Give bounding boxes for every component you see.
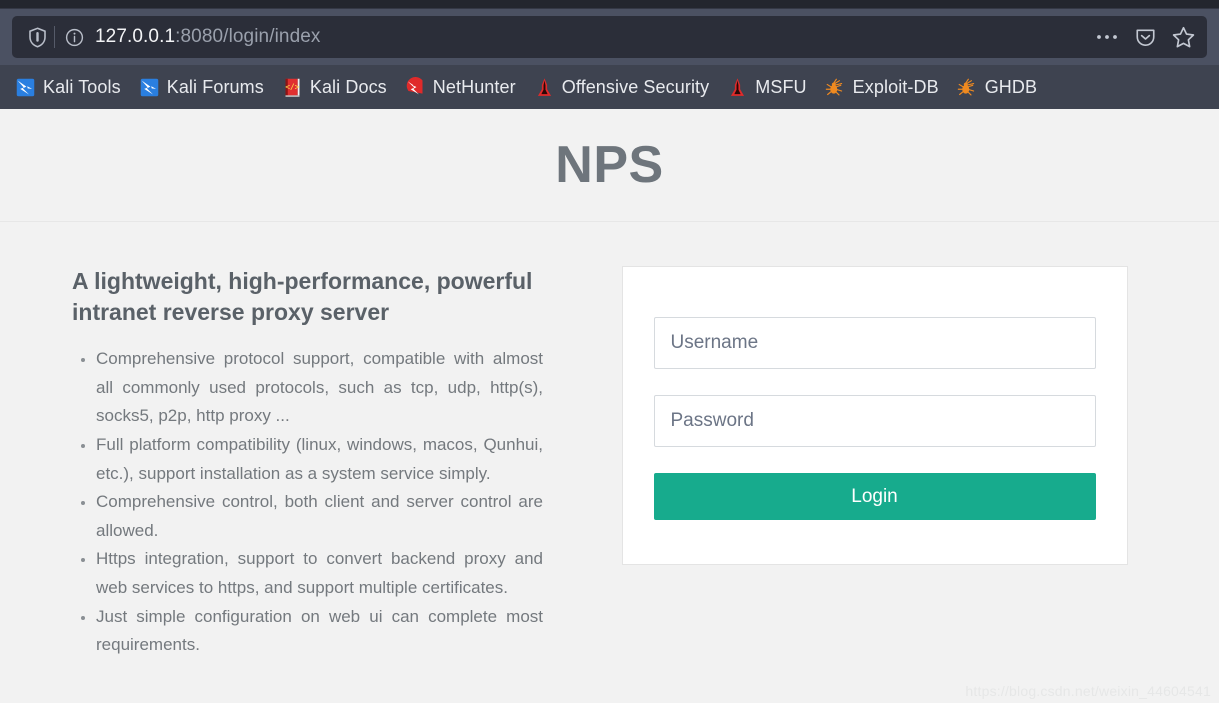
username-input[interactable] <box>653 317 1096 369</box>
nethunter-icon <box>405 76 426 98</box>
list-item: Full platform compatibility (linux, wind… <box>81 431 546 488</box>
bookmark-offensive-security[interactable]: Offensive Security <box>525 70 719 104</box>
url-host: 127.0.0.1 <box>95 26 176 47</box>
exploitdb-spider-icon <box>825 77 846 98</box>
login-column: Login <box>560 266 1219 565</box>
page-actions-ellipsis-icon[interactable] <box>1089 19 1125 55</box>
intro-heading: A lightweight, high-performance, powerfu… <box>72 268 533 325</box>
page-header: NPS <box>0 109 1219 222</box>
list-item: Just simple configuration on web ui can … <box>81 603 546 660</box>
navigation-toolbar: 127.0.0.1:8080/login/index <box>0 9 1219 65</box>
intro-column: A lightweight, high-performance, powerfu… <box>0 266 560 660</box>
bookmark-kali-tools[interactable]: Kali Tools <box>6 70 130 104</box>
bookmark-label: Exploit-DB <box>852 76 939 97</box>
url-bar[interactable]: 127.0.0.1:8080/login/index <box>12 16 1207 58</box>
bookmark-msfu[interactable]: MSFU <box>718 70 815 104</box>
bookmark-ghdb[interactable]: GHDB <box>948 70 1046 104</box>
kali-dragon-icon <box>139 77 160 98</box>
browser-chrome: 127.0.0.1:8080/login/index Kali Tools Ka… <box>0 0 1219 109</box>
list-item: Comprehensive protocol support, compatib… <box>81 345 546 431</box>
url-text[interactable]: 127.0.0.1:8080/login/index <box>89 26 1089 48</box>
bookmark-label: MSFU <box>755 76 807 97</box>
login-button[interactable]: Login <box>653 473 1096 520</box>
bookmark-label: Kali Docs <box>309 76 387 97</box>
bookmark-label: Kali Tools <box>43 76 121 97</box>
tab-strip <box>0 0 1219 9</box>
feature-list: Comprehensive protocol support, compatib… <box>72 345 546 660</box>
content-row: A lightweight, high-performance, powerfu… <box>0 222 1219 660</box>
bookmark-kali-docs[interactable]: </> Kali Docs <box>273 70 396 104</box>
kali-dragon-icon <box>15 77 36 98</box>
page-viewport: NPS A lightweight, high-performance, pow… <box>0 109 1219 703</box>
bookmark-kali-forums[interactable]: Kali Forums <box>130 70 273 104</box>
offsec-icon <box>534 77 555 98</box>
password-input[interactable] <box>653 395 1096 447</box>
login-card: Login <box>621 266 1128 565</box>
bookmark-exploit-db[interactable]: Exploit-DB <box>816 70 948 104</box>
urlbar-actions <box>1089 19 1201 55</box>
kali-docs-book-icon: </> <box>282 77 303 98</box>
pocket-icon[interactable] <box>1127 19 1163 55</box>
bookmark-label: Kali Forums <box>166 76 264 97</box>
exploitdb-spider-icon <box>957 77 978 98</box>
bookmark-label: GHDB <box>984 76 1038 97</box>
info-circle-icon[interactable] <box>59 22 89 52</box>
url-path: :8080/login/index <box>175 26 321 47</box>
offsec-icon <box>727 77 748 98</box>
list-item: Https integration, support to convert ba… <box>81 545 546 602</box>
urlbar-divider <box>54 26 55 48</box>
list-item: Comprehensive control, both client and s… <box>81 488 546 545</box>
tracking-protection-shield-icon[interactable] <box>22 22 52 52</box>
bookmark-label: Offensive Security <box>561 76 710 97</box>
bookmark-star-icon[interactable] <box>1165 19 1201 55</box>
watermark: https://blog.csdn.net/weixin_44604541 <box>965 683 1211 699</box>
bookmark-nethunter[interactable]: NetHunter <box>396 70 525 104</box>
bookmark-label: NetHunter <box>432 76 516 97</box>
bookmarks-bar: Kali Tools Kali Forums </> Kali Docs Net… <box>0 65 1219 109</box>
page-title: NPS <box>555 136 664 194</box>
svg-text:</>: </> <box>285 82 299 91</box>
